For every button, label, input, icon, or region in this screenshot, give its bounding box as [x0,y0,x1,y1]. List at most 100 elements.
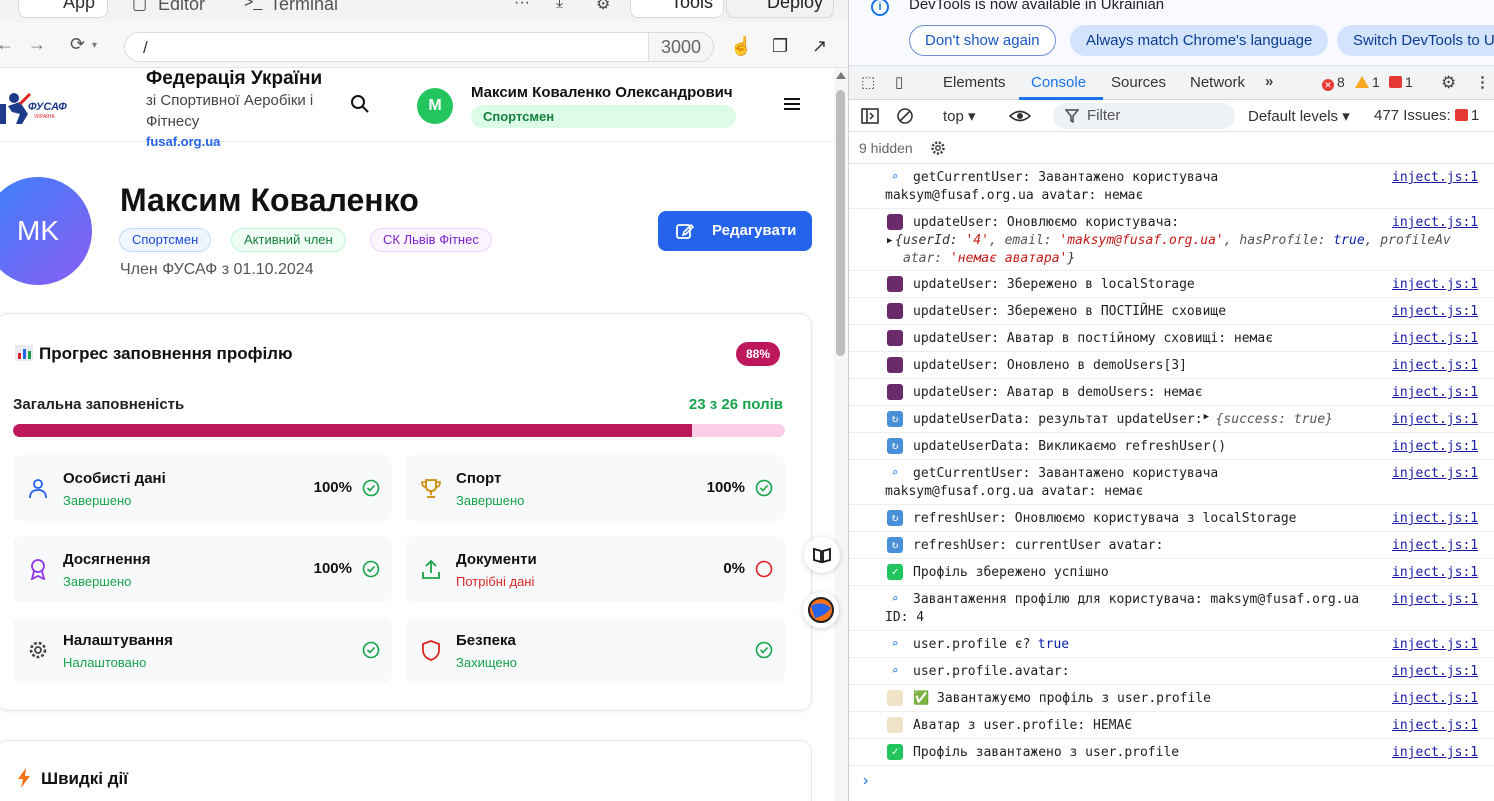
progress-title-text: Прогрес заповнення профілю [39,344,293,363]
docs-float-button[interactable] [804,537,840,573]
eye-icon[interactable] [1009,107,1031,125]
user-avatar[interactable]: M [417,88,453,124]
progress-section[interactable]: Спорт Завершено 100% [406,455,785,521]
deploy-button[interactable]: Deploy [726,0,835,18]
sidebar-toggle-icon[interactable] [861,107,879,125]
source-link[interactable]: inject.js:1 [1392,511,1478,526]
context-selector[interactable]: top ▾ [943,107,976,125]
source-link[interactable]: inject.js:1 [1392,277,1478,292]
console-message: Аватар з user.profile: НЕМАЄ inject.js:1 [849,712,1494,739]
match-language-button[interactable]: Always match Chrome's language [1070,25,1329,56]
object-part: , profileAv [1364,233,1451,248]
object-part: true [1333,233,1365,248]
tools-button[interactable]: Tools [630,0,725,18]
progress-section[interactable]: Безпека Захищено [406,617,785,683]
gear-icon[interactable]: ⚙ [596,0,610,14]
console-message: ⌕ user.profile є? true inject.js:1 [849,631,1494,658]
refresh-icon: ↻ [887,411,903,427]
tab-elements[interactable]: Elements [943,74,1006,91]
source-link[interactable]: inject.js:1 [1392,215,1478,230]
progress-section[interactable]: Документи Потрібні дані 0% [406,536,785,602]
kebab-menu-icon[interactable]: ⋮ [1475,73,1490,91]
switch-language-button[interactable]: Switch DevTools to U [1337,25,1494,56]
forward-icon[interactable]: → [28,34,46,55]
check-icon: ✓ [887,744,903,760]
scrollbar-thumb[interactable] [836,90,845,356]
source-link[interactable]: inject.js:1 [1392,664,1478,679]
source-link[interactable]: inject.js:1 [1392,439,1478,454]
settings-gear-icon[interactable]: ⚙ [1441,73,1456,93]
refresh-icon: ↻ [887,510,903,526]
source-link[interactable]: inject.js:1 [1392,412,1478,427]
back-icon[interactable]: ← [0,34,14,55]
source-link[interactable]: inject.js:1 [1392,745,1478,760]
warning-counter[interactable]: 1 [1355,74,1380,90]
issue-counter[interactable]: 1 [1389,74,1413,90]
inspect-element-icon[interactable]: ⬚ [861,73,875,91]
app-tab[interactable]: App [18,0,109,18]
expand-arrow-icon[interactable]: ▶ [887,236,892,246]
more-tabs-icon[interactable]: » [1265,73,1273,90]
tab-network[interactable]: Network [1190,74,1245,91]
open-external-icon[interactable]: ↗ [812,36,827,57]
profile-header: MK Максим Коваленко Спортсмен Активний ч… [0,142,834,312]
object-part: '4' [965,233,989,248]
devices-icon[interactable]: ❐ [772,36,788,57]
shield-icon [422,640,440,661]
progress-section[interactable]: Досягнення Завершено 100% [13,536,392,602]
pointer-icon[interactable]: ☝ [730,36,752,57]
source-link[interactable]: inject.js:1 [1392,691,1478,706]
search-icon[interactable] [350,94,370,114]
source-link[interactable]: inject.js:1 [1392,637,1478,652]
device-toolbar-icon[interactable]: ▯ [895,73,903,91]
tab-sources[interactable]: Sources [1111,74,1166,91]
source-link[interactable]: inject.js:1 [1392,358,1478,373]
address-bar[interactable]: / 3000 [124,32,714,62]
console-object[interactable]: {userId: '4', email: 'maksym@fusaf.org.u… [895,233,1451,248]
error-counter[interactable]: ✕ 8 [1322,74,1345,91]
progress-title: Прогрес заповнення профілю [15,344,293,364]
console-settings-icon[interactable] [929,139,947,157]
reload-icon[interactable]: ⟳ [70,34,85,55]
console-object-inline[interactable]: {success: true} [1216,412,1333,427]
source-link[interactable]: inject.js:1 [1392,331,1478,346]
edit-profile-button[interactable]: Редагувати [658,211,812,251]
source-link[interactable]: inject.js:1 [1392,170,1478,185]
console-message-text-cont: ID: 4 [885,610,925,625]
dont-show-again-button[interactable]: Don't show again [909,25,1056,56]
check-circle-icon [755,479,773,497]
source-link[interactable]: inject.js:1 [1392,592,1478,607]
source-link[interactable]: inject.js:1 [1392,385,1478,400]
source-link[interactable]: inject.js:1 [1392,466,1478,481]
chevron-down-icon[interactable]: ▾ [92,40,97,51]
filter-input[interactable]: Filter [1053,103,1235,129]
console-message-text-cont: maksym@fusaf.org.ua avatar: немає [885,188,1144,203]
expand-arrow-icon[interactable]: ▶ [1204,412,1209,422]
download-icon[interactable]: ⤓ [556,0,563,12]
clear-console-icon[interactable] [896,107,914,125]
progress-section[interactable]: Налаштування Налаштовано [13,617,392,683]
port-label[interactable]: 3000 [647,33,713,61]
log-levels-dropdown[interactable]: Default levels ▾ [1248,107,1350,125]
progress-section[interactable]: Особисті дані Завершено 100% [13,455,392,521]
source-link[interactable]: inject.js:1 [1392,304,1478,319]
url-path[interactable]: / [143,38,148,58]
warning-count: 1 [1372,74,1380,90]
ide-top-bar: App ▢ Editor >_ Terminal ··· ⤓ ⚙ Tools D… [0,0,848,22]
console-prompt[interactable]: › [863,772,868,790]
source-link[interactable]: inject.js:1 [1392,538,1478,553]
issues-button[interactable]: 477 Issues: 1 [1374,107,1479,124]
memo-icon [887,690,903,706]
source-link[interactable]: inject.js:1 [1392,718,1478,733]
scroll-up-arrow[interactable] [836,72,846,79]
assistant-float-button[interactable] [803,592,839,628]
check-circle-icon [755,641,773,659]
source-link[interactable]: inject.js:1 [1392,565,1478,580]
editor-tab[interactable]: Editor [158,0,205,15]
hamburger-menu-icon[interactable] [784,98,800,110]
terminal-tab[interactable]: Terminal [270,0,338,15]
tab-console[interactable]: Console [1031,74,1086,91]
more-icon[interactable]: ··· [514,0,530,12]
magnifier-icon: ⌕ [891,170,899,183]
object-part: 'немає аватара' [949,251,1068,266]
